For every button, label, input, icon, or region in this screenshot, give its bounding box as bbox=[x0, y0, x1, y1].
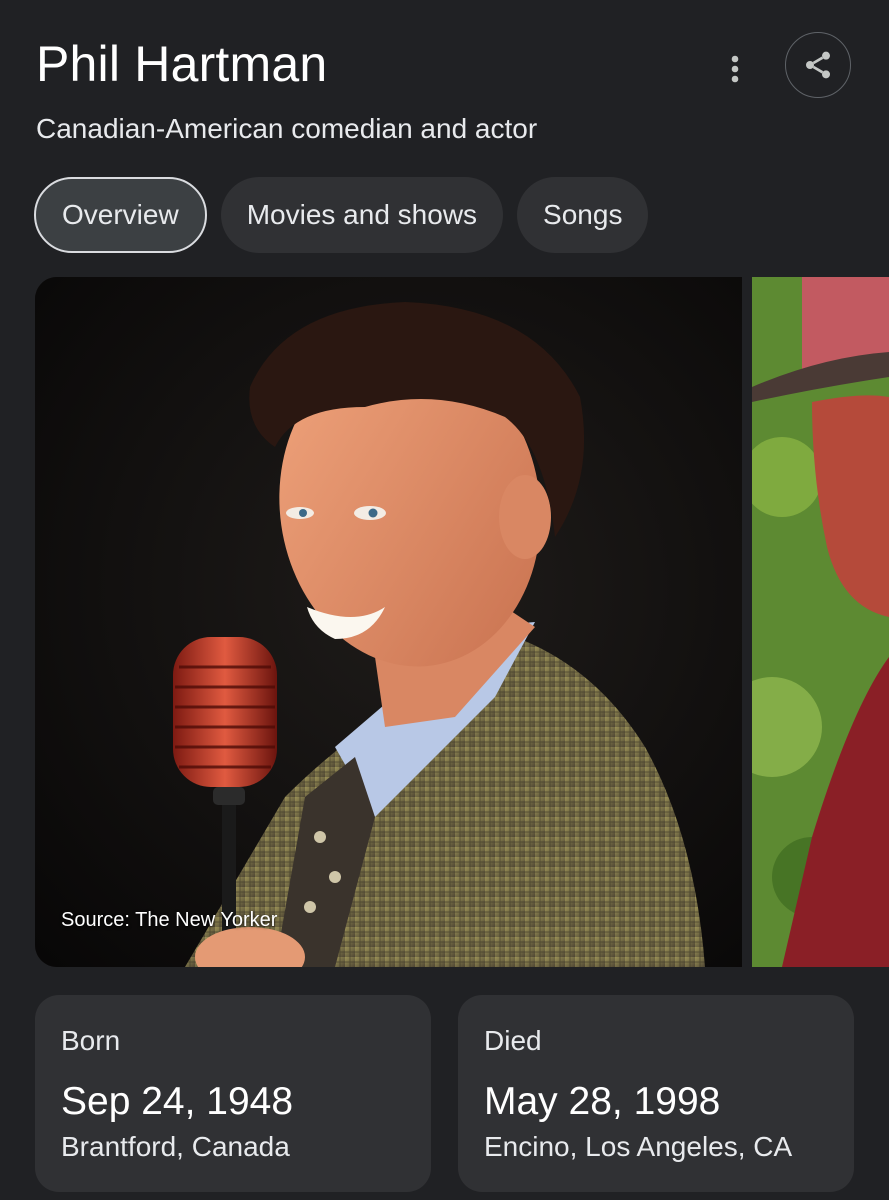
born-card[interactable]: Born Sep 24, 1948 Brantford, Canada bbox=[35, 995, 431, 1192]
tab-movies-and-shows[interactable]: Movies and shows bbox=[220, 177, 504, 253]
secondary-image[interactable] bbox=[752, 277, 889, 967]
died-date: May 28, 1998 bbox=[484, 1080, 721, 1123]
secondary-photo-illustration bbox=[752, 277, 889, 967]
entity-title: Phil Hartman bbox=[36, 36, 328, 92]
born-place: Brantford, Canada bbox=[61, 1131, 290, 1162]
knowledge-panel: Phil Hartman Canadian-American comedian … bbox=[0, 0, 889, 1200]
tab-bar: Overview Movies and shows Songs bbox=[34, 177, 649, 253]
main-image[interactable]: Source: The New Yorker bbox=[35, 277, 742, 967]
died-card[interactable]: Died May 28, 1998 Encino, Los Angeles, C… bbox=[458, 995, 854, 1192]
born-date: Sep 24, 1948 bbox=[61, 1080, 294, 1123]
entity-subtitle: Canadian-American comedian and actor bbox=[36, 113, 538, 144]
image-source-caption: Source: The New Yorker bbox=[61, 909, 278, 931]
died-place: Encino, Los Angeles, CA bbox=[484, 1131, 793, 1162]
born-label: Born bbox=[61, 1025, 121, 1056]
died-label: Died bbox=[484, 1025, 542, 1056]
main-photo-illustration bbox=[35, 277, 742, 967]
more-options-button[interactable] bbox=[712, 46, 758, 92]
tab-overview[interactable]: Overview bbox=[34, 177, 207, 253]
share-button[interactable] bbox=[785, 32, 851, 98]
share-icon bbox=[806, 51, 830, 79]
tab-songs[interactable]: Songs bbox=[517, 177, 649, 253]
more-vert-icon bbox=[731, 55, 739, 83]
